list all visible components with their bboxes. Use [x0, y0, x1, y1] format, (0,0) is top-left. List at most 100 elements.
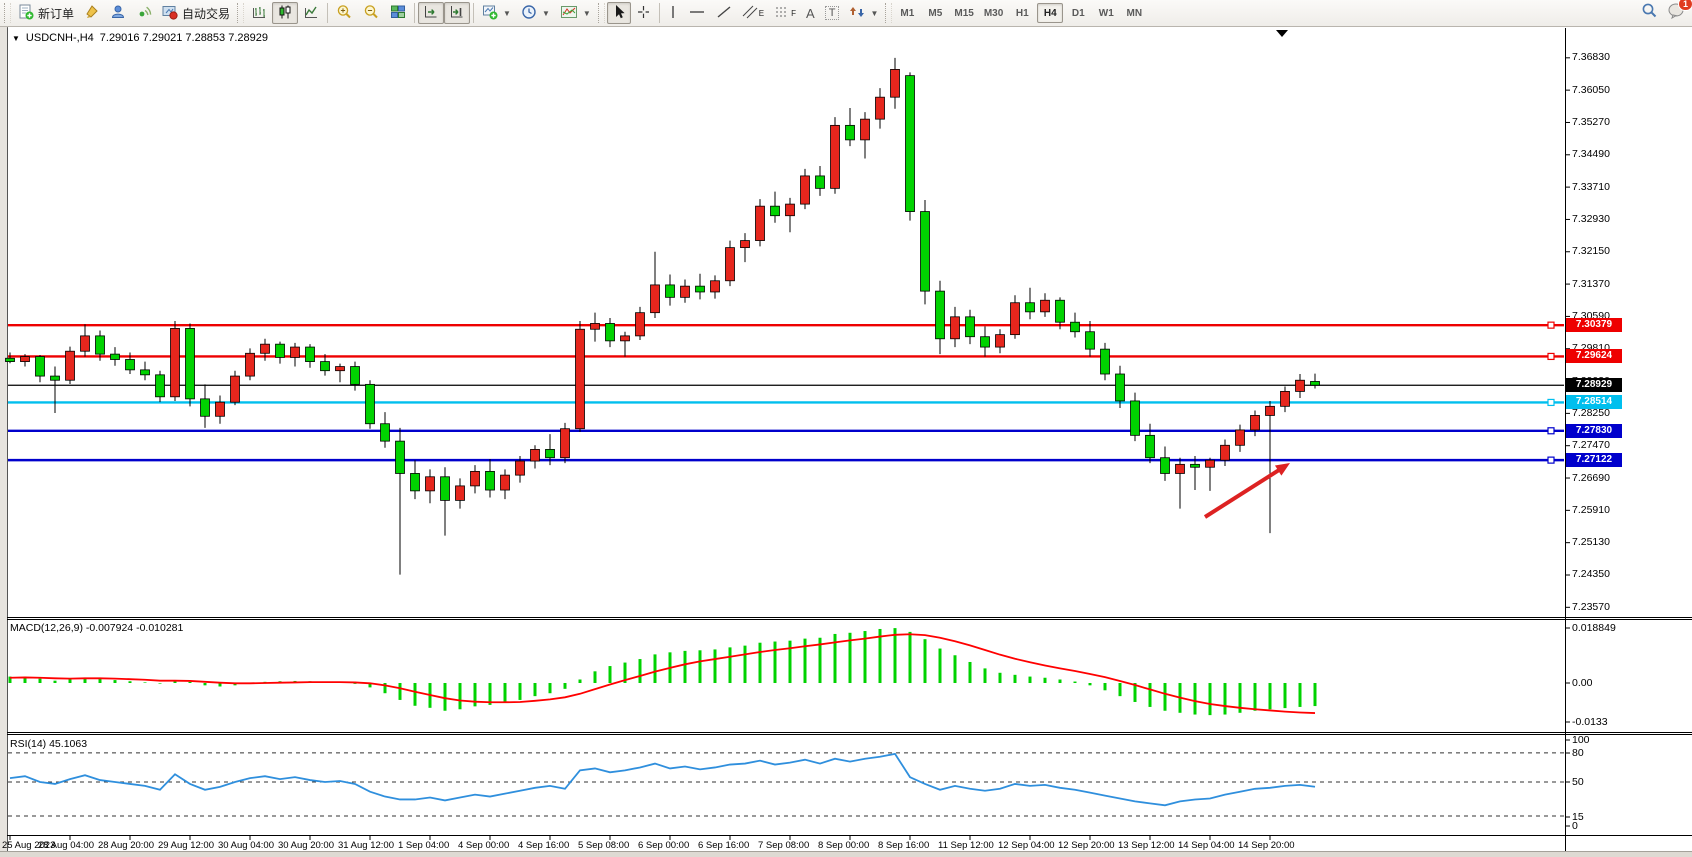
signals-button[interactable]: [131, 2, 157, 24]
price-axis-tick: 7.27470: [1572, 439, 1610, 451]
horizontal-line-button[interactable]: [683, 2, 711, 24]
signals-icon: [136, 4, 152, 23]
new-order-button[interactable]: 新订单: [13, 2, 79, 24]
price-axis-tick: 7.34490: [1572, 148, 1610, 160]
tile-windows-icon: [390, 4, 406, 23]
time-axis-label: 4 Sep 16:00: [518, 840, 569, 851]
macd-axis-label: -0.0133: [1572, 716, 1608, 728]
time-axis-label: 28 Aug 20:00: [98, 840, 154, 851]
autotrading-button[interactable]: 自动交易: [157, 2, 235, 24]
arrows-icon: [849, 4, 865, 23]
indicators-icon: [482, 4, 498, 23]
notifications-button[interactable]: 1: [1668, 2, 1686, 24]
timeframe-button-m30[interactable]: M30: [980, 3, 1007, 23]
chart-plot[interactable]: [0, 27, 1692, 857]
timeframe-button-d1[interactable]: D1: [1065, 3, 1091, 23]
timeframe-button-mn[interactable]: MN: [1121, 3, 1147, 23]
timeframe-button-m5[interactable]: M5: [922, 3, 948, 23]
autotrading-icon: [162, 4, 178, 23]
text-label-icon: T: [825, 6, 840, 20]
chart-shift-button[interactable]: [444, 2, 470, 24]
trendline-icon: [716, 4, 732, 23]
rsi-axis-label: 100: [1572, 734, 1590, 746]
toolbar-grip[interactable]: [885, 3, 892, 23]
tile-windows-button[interactable]: [385, 2, 411, 24]
zoom-in-icon: [336, 4, 353, 23]
time-axis-label: 8 Sep 16:00: [878, 840, 929, 851]
timeframe-button-w1[interactable]: W1: [1093, 3, 1119, 23]
line-chart-button[interactable]: [298, 2, 324, 24]
bar-chart-button[interactable]: [246, 2, 272, 24]
autotrading-label: 自动交易: [182, 5, 230, 22]
hline-price-badge: 7.29624: [1566, 349, 1622, 363]
periods-button[interactable]: ▼: [516, 2, 555, 24]
cursor-button[interactable]: [607, 2, 631, 24]
rsi-axis-label: 50: [1572, 776, 1584, 788]
toolbar: 新订单 自动交易: [0, 0, 1692, 27]
macd-axis-label: 0.00: [1572, 677, 1592, 689]
text-button[interactable]: A: [801, 2, 820, 24]
hline-price-badge: 7.28514: [1566, 395, 1622, 409]
time-axis-label: 12 Sep 04:00: [998, 840, 1055, 851]
price-axis-tick: 7.33710: [1572, 181, 1610, 193]
search-icon[interactable]: [1641, 2, 1658, 24]
vertical-line-icon: [668, 4, 678, 23]
time-axis-label: 13 Sep 12:00: [1118, 840, 1175, 851]
price-axis-tick: 7.24350: [1572, 568, 1610, 580]
hline-price-badge: 7.27122: [1566, 453, 1622, 467]
dropdown-arrow-icon: ▼: [503, 9, 511, 18]
market-icon: [84, 4, 100, 23]
indicators-button[interactable]: ▼: [477, 2, 516, 24]
time-axis-label: 8 Sep 00:00: [818, 840, 869, 851]
arrows-button[interactable]: ▼: [844, 2, 883, 24]
community-button[interactable]: [105, 2, 131, 24]
time-axis-label: 1 Sep 04:00: [398, 840, 449, 851]
trendline-button[interactable]: [711, 2, 737, 24]
price-axis-tick: 7.36830: [1572, 51, 1610, 63]
fibo-label: F: [791, 9, 796, 18]
candlestick-chart-button[interactable]: [272, 2, 298, 24]
cursor-icon: [612, 4, 626, 23]
time-axis-label: 14 Sep 20:00: [1238, 840, 1295, 851]
timeframe-button-h1[interactable]: H1: [1009, 3, 1035, 23]
timeframe-button-m1[interactable]: M1: [894, 3, 920, 23]
new-order-label: 新订单: [38, 5, 74, 22]
time-axis-label: 5 Sep 08:00: [578, 840, 629, 851]
market-button[interactable]: [79, 2, 105, 24]
bar-chart-icon: [251, 4, 267, 23]
periods-icon: [521, 4, 537, 23]
time-axis-label: 28 Aug 04:00: [38, 840, 94, 851]
ohlc-values: 7.29016 7.29021 7.28853 7.28929: [100, 32, 268, 44]
timeframe-group: M1M5M15M30H1H4D1W1MN: [894, 3, 1147, 23]
macd-panel-label: MACD(12,26,9) -0.007924 -0.010281: [10, 622, 183, 634]
price-axis-tick: 7.36050: [1572, 84, 1610, 96]
rsi-axis-label: 80: [1572, 747, 1584, 759]
time-axis-label: 14 Sep 04:00: [1178, 840, 1235, 851]
text-label-button[interactable]: T: [820, 2, 845, 24]
hline-price-badge: 7.30379: [1566, 318, 1622, 332]
crosshair-button[interactable]: [631, 2, 656, 24]
templates-button[interactable]: ▼: [555, 2, 596, 24]
price-axis-tick: 7.35270: [1572, 116, 1610, 128]
zoom-in-button[interactable]: [331, 2, 358, 24]
toolbar-grip[interactable]: [237, 3, 244, 23]
toolbar-grip[interactable]: [4, 3, 11, 23]
vertical-line-button[interactable]: [663, 2, 683, 24]
equidistant-channel-button[interactable]: E: [737, 2, 769, 24]
timeframe-button-m15[interactable]: M15: [950, 3, 977, 23]
toolbar-grip[interactable]: [598, 3, 605, 23]
one-click-trading-expander[interactable]: ▼: [12, 34, 20, 43]
text-icon: A: [806, 6, 815, 21]
symbol-period-label: USDCNH-,H4: [26, 32, 94, 44]
auto-scroll-button[interactable]: [418, 2, 444, 24]
timeframe-button-h4[interactable]: H4: [1037, 3, 1063, 23]
zoom-out-button[interactable]: [358, 2, 385, 24]
chart-info-line: ▼ USDCNH-,H4 7.29016 7.29021 7.28853 7.2…: [12, 32, 268, 44]
price-axis-tick: 7.25910: [1572, 504, 1610, 516]
time-axis-label: 11 Sep 12:00: [938, 840, 994, 851]
time-axis-label: 6 Sep 16:00: [698, 840, 749, 851]
fibonacci-button[interactable]: F: [769, 2, 801, 24]
line-chart-icon: [303, 4, 319, 23]
mt4-terminal: { "toolbar": { "new_order_label": "新订单",…: [0, 0, 1692, 857]
chart-window[interactable]: ▼ USDCNH-,H4 7.29016 7.29021 7.28853 7.2…: [0, 27, 1692, 857]
